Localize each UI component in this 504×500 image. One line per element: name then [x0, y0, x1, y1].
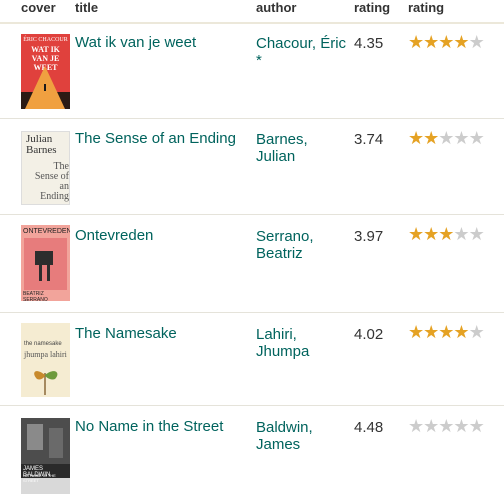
book-title-link[interactable]: Wat ik van je weet: [75, 34, 196, 51]
star-rating[interactable]: ★★★★★: [408, 224, 485, 244]
star-filled-icon[interactable]: ★: [423, 128, 439, 148]
star-filled-icon[interactable]: ★: [438, 32, 454, 52]
table-header: cover title author rating rating: [0, 0, 504, 24]
avg-rating: 4.48: [354, 419, 384, 436]
cover-art: [24, 238, 67, 290]
star-filled-icon[interactable]: ★: [408, 32, 424, 52]
star-empty-icon[interactable]: ★: [469, 416, 485, 436]
avg-rating: 3.97: [354, 228, 384, 245]
star-rating[interactable]: ★★★★★: [408, 128, 485, 148]
table-row: JAMES BALDWIN NO NAME IN THE STREET No N…: [0, 406, 504, 500]
star-filled-icon[interactable]: ★: [408, 128, 424, 148]
star-empty-icon[interactable]: ★: [453, 416, 469, 436]
cover-art: [34, 371, 58, 395]
star-empty-icon[interactable]: ★: [408, 416, 424, 436]
cover-title: The Sense of an Ending: [34, 161, 69, 202]
table-row: Julian Barnes The Sense of an Ending The…: [0, 119, 504, 215]
star-empty-icon[interactable]: ★: [423, 416, 439, 436]
col-header-avg-rating[interactable]: rating: [354, 0, 390, 15]
star-filled-icon[interactable]: ★: [453, 322, 469, 342]
avg-rating: 4.35: [354, 35, 384, 52]
col-header-author[interactable]: author: [256, 0, 296, 15]
star-empty-icon[interactable]: ★: [453, 128, 469, 148]
book-title-link[interactable]: Ontevreden: [75, 227, 153, 244]
avg-rating: 4.02: [354, 326, 384, 343]
star-rating[interactable]: ★★★★★: [408, 322, 485, 342]
cover-art: [21, 66, 70, 109]
book-author-link[interactable]: Lahiri, Jhumpa: [256, 326, 351, 360]
star-empty-icon[interactable]: ★: [469, 224, 485, 244]
star-empty-icon[interactable]: ★: [453, 224, 469, 244]
star-filled-icon[interactable]: ★: [438, 322, 454, 342]
book-author-link[interactable]: Barnes, Julian: [256, 131, 351, 165]
col-header-title[interactable]: title: [75, 0, 98, 15]
book-author-link[interactable]: Serrano, Beatriz: [256, 228, 351, 262]
star-filled-icon[interactable]: ★: [438, 224, 454, 244]
book-cover[interactable]: JAMES BALDWIN NO NAME IN THE STREET: [21, 418, 70, 494]
book-author-link[interactable]: Chacour, Éric *: [256, 35, 351, 69]
book-cover[interactable]: the namesake jhumpa lahiri: [21, 323, 70, 397]
cover-author: BEATRIZ SERRANO: [23, 291, 48, 301]
star-empty-icon[interactable]: ★: [438, 128, 454, 148]
table-row: ÉRIC CHACOUR WAT IK VAN JE WEET Wat ik v…: [0, 24, 504, 119]
book-cover[interactable]: ÉRIC CHACOUR WAT IK VAN JE WEET: [21, 34, 70, 109]
book-title-link[interactable]: The Sense of an Ending: [75, 130, 236, 147]
table-row: the namesake jhumpa lahiri The Namesake …: [0, 313, 504, 406]
col-header-cover[interactable]: cover: [21, 0, 56, 15]
book-cover[interactable]: ONTEVREDEN BEATRIZ SERRANO: [21, 225, 70, 301]
star-rating[interactable]: ★★★★★: [408, 32, 485, 52]
avg-rating: 3.74: [354, 131, 384, 148]
book-title-link[interactable]: The Namesake: [75, 325, 177, 342]
star-empty-icon[interactable]: ★: [469, 32, 485, 52]
star-filled-icon[interactable]: ★: [423, 224, 439, 244]
star-empty-icon[interactable]: ★: [469, 128, 485, 148]
star-filled-icon[interactable]: ★: [408, 224, 424, 244]
book-title-link[interactable]: No Name in the Street: [75, 418, 223, 435]
star-filled-icon[interactable]: ★: [408, 322, 424, 342]
star-empty-icon[interactable]: ★: [438, 416, 454, 436]
star-filled-icon[interactable]: ★: [423, 322, 439, 342]
star-rating[interactable]: ★★★★★: [408, 416, 485, 436]
star-filled-icon[interactable]: ★: [423, 32, 439, 52]
table-row: ONTEVREDEN BEATRIZ SERRANO Ontevreden Se…: [0, 215, 504, 313]
col-header-my-rating[interactable]: rating: [408, 0, 444, 15]
book-author-link[interactable]: Baldwin, James: [256, 419, 351, 453]
book-cover[interactable]: Julian Barnes The Sense of an Ending: [21, 131, 70, 205]
cover-title: NO NAME IN THE STREET: [23, 473, 56, 483]
star-filled-icon[interactable]: ★: [453, 32, 469, 52]
cover-author: Julian Barnes: [26, 133, 57, 156]
star-empty-icon[interactable]: ★: [469, 322, 485, 342]
